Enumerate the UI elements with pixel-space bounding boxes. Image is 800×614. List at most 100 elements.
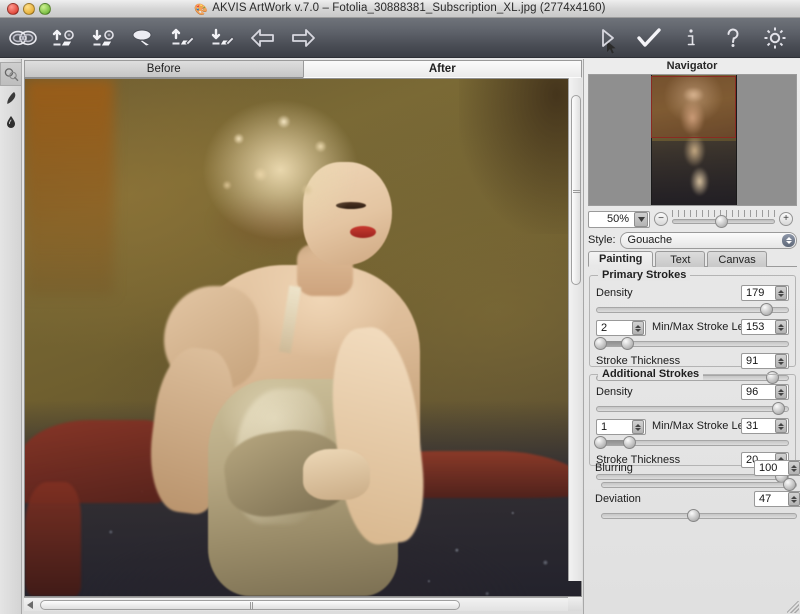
main-toolbar	[0, 18, 800, 58]
toolbar-left-group	[4, 20, 322, 56]
primary-density-row: Density 179	[596, 284, 789, 302]
additional-stroke-length-slider[interactable]	[596, 435, 789, 449]
redo-arrow-icon[interactable]	[284, 20, 322, 56]
zoom-control-row: 50% − +	[588, 210, 797, 228]
primary-stroke-thickness-label: Stroke Thickness	[596, 355, 680, 367]
deviation-spinbox[interactable]: 47	[754, 491, 800, 507]
settings-icon[interactable]	[756, 20, 794, 56]
print-icon[interactable]	[124, 20, 162, 56]
zoom-in-button[interactable]: +	[779, 212, 793, 226]
additional-density-spinbox[interactable]: 96	[741, 384, 789, 400]
painting-preview	[25, 79, 581, 596]
deviation-row: Deviation 47	[595, 490, 800, 508]
deviation-value: 47	[755, 492, 788, 506]
tab-text[interactable]: Text	[655, 251, 705, 267]
help-icon[interactable]	[714, 20, 752, 56]
window-title: 🎨 AKVIS ArtWork v.7.0 – Fotolia_30888381_…	[0, 2, 800, 16]
navigator-viewport-rect[interactable]	[651, 76, 736, 138]
run-icon[interactable]	[588, 20, 626, 56]
settings-panel: Navigator 50% − +	[583, 59, 800, 614]
blurring-stepper[interactable]	[788, 461, 800, 475]
horizontal-scroll-thumb[interactable]	[40, 600, 460, 610]
tab-before[interactable]: Before	[24, 60, 304, 78]
chevron-down-icon[interactable]	[634, 212, 648, 227]
undo-arrow-icon[interactable]	[244, 20, 282, 56]
primary-stroke-length-min-spinbox[interactable]: 2	[596, 320, 646, 336]
primary-stroke-thickness-spinbox[interactable]: 91	[741, 353, 789, 369]
additional-stroke-length-max-value: 31	[742, 419, 775, 433]
deviation-label: Deviation	[595, 493, 641, 505]
zoom-slider[interactable]	[672, 210, 775, 228]
blurring-row: Blurring 100	[595, 459, 800, 477]
primary-stroke-length-max-spinbox[interactable]: 153	[741, 319, 789, 335]
image-canvas[interactable]	[24, 78, 582, 597]
vertical-scrollbar[interactable]	[568, 78, 582, 581]
navigator-preview[interactable]	[588, 74, 797, 206]
tab-canvas[interactable]: Canvas	[707, 251, 766, 267]
additional-stroke-length-min-spinbox[interactable]: 1	[596, 419, 646, 435]
akvis-logo-icon[interactable]	[4, 20, 42, 56]
primary-stroke-length-min-value: 2	[597, 321, 632, 335]
window-title-text: AKVIS ArtWork v.7.0 – Fotolia_30888381_S…	[212, 2, 605, 14]
param-tab-bar: Painting Text Canvas	[588, 251, 797, 267]
additional-density-slider[interactable]	[596, 401, 789, 415]
additional-strokes-legend: Additional Strokes	[598, 368, 703, 380]
load-preset-icon[interactable]	[164, 20, 202, 56]
scroll-left-arrow-icon[interactable]	[27, 601, 33, 609]
navigator-title: Navigator	[584, 59, 800, 73]
primary-stroke-length-min-stepper[interactable]	[632, 321, 644, 335]
primary-stroke-length-slider[interactable]	[596, 336, 789, 350]
primary-density-label: Density	[596, 287, 633, 299]
hand-tool[interactable]	[0, 86, 22, 110]
vertical-scroll-thumb[interactable]	[571, 95, 581, 285]
primary-stroke-length-max-stepper[interactable]	[775, 320, 787, 334]
style-combobox[interactable]: Gouache	[620, 232, 797, 249]
additional-density-stepper[interactable]	[775, 385, 787, 399]
deviation-stepper[interactable]	[788, 492, 800, 506]
zoom-combobox[interactable]: 50%	[588, 211, 650, 228]
akvis-app-icon: 🎨	[194, 3, 208, 16]
style-value: Gouache	[628, 234, 673, 246]
primary-density-value: 179	[742, 286, 775, 300]
info-icon[interactable]	[672, 20, 710, 56]
blurring-slider[interactable]	[601, 477, 797, 491]
additional-density-row: Density 96	[596, 383, 789, 401]
deviation-slider[interactable]	[601, 508, 797, 522]
blurring-spinbox[interactable]: 100	[754, 460, 800, 476]
additional-stroke-length-row: 1 Min/Max Stroke Length 31	[596, 417, 789, 435]
primary-stroke-thickness-stepper[interactable]	[775, 354, 787, 368]
save-preset-icon[interactable]	[204, 20, 242, 56]
tab-after[interactable]: After	[303, 60, 583, 78]
primary-density-stepper[interactable]	[775, 286, 787, 300]
primary-stroke-thickness-value: 91	[742, 354, 775, 368]
save-image-icon[interactable]	[84, 20, 122, 56]
style-label: Style:	[588, 234, 616, 246]
canvas-corner-box	[568, 597, 582, 611]
window-resize-grip[interactable]	[787, 601, 799, 613]
tool-strip	[0, 59, 22, 614]
primary-strokes-group: Primary Strokes Density 179 2 Min/Max St…	[589, 275, 796, 367]
additional-density-value: 96	[742, 385, 775, 399]
zoom-value: 50%	[589, 213, 634, 225]
style-spinner-icon[interactable]	[782, 234, 795, 247]
primary-density-spinbox[interactable]: 179	[741, 285, 789, 301]
color-picker-tool[interactable]	[0, 110, 22, 134]
style-row: Style: Gouache	[588, 231, 797, 249]
primary-density-slider[interactable]	[596, 302, 789, 316]
open-image-icon[interactable]	[44, 20, 82, 56]
horizontal-scrollbar[interactable]	[24, 597, 582, 611]
quick-preview-tool[interactable]	[0, 62, 22, 86]
additional-stroke-length-min-stepper[interactable]	[632, 420, 644, 434]
additional-stroke-length-max-stepper[interactable]	[775, 419, 787, 433]
zoom-out-button[interactable]: −	[654, 212, 668, 226]
blurring-value: 100	[755, 461, 788, 475]
additional-strokes-group: Additional Strokes Density 96 1 Min/Max …	[589, 374, 796, 466]
akvis-artwork-window: 🎨 AKVIS ArtWork v.7.0 – Fotolia_30888381_…	[0, 0, 800, 614]
primary-stroke-length-row: 2 Min/Max Stroke Length 153	[596, 318, 789, 336]
tab-painting[interactable]: Painting	[588, 251, 653, 267]
apply-icon[interactable]	[630, 20, 668, 56]
view-tab-bar: Before After	[24, 60, 582, 78]
additional-stroke-length-max-spinbox[interactable]: 31	[741, 418, 789, 434]
additional-stroke-length-min-value: 1	[597, 420, 632, 434]
primary-stroke-length-max-value: 153	[742, 320, 775, 334]
